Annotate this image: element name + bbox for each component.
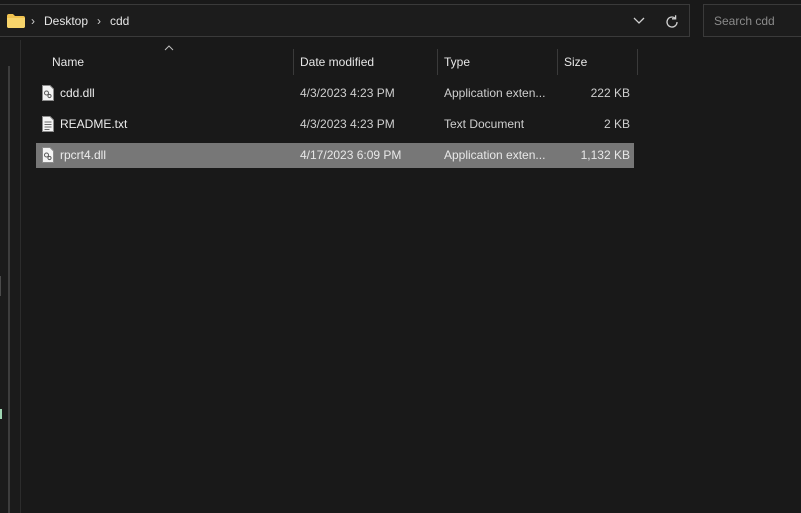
file-type: Application exten...: [444, 148, 546, 162]
column-divider[interactable]: [437, 49, 438, 75]
column-header-type[interactable]: Type: [444, 49, 556, 75]
file-type: Application exten...: [444, 86, 546, 100]
file-size: 222 KB: [590, 86, 630, 100]
folder-icon: [7, 14, 25, 28]
column-header-size[interactable]: Size: [564, 49, 636, 75]
address-bar[interactable]: › Desktop › cdd: [0, 4, 690, 37]
column-divider[interactable]: [637, 49, 638, 75]
file-name: rpcrt4.dll: [60, 148, 107, 162]
file-size: 2 KB: [603, 117, 630, 131]
file-name: README.txt: [60, 117, 128, 131]
column-divider[interactable]: [293, 49, 294, 75]
pane-divider[interactable]: [20, 40, 21, 513]
chevron-right-icon[interactable]: ›: [31, 14, 35, 28]
search-box[interactable]: [703, 4, 801, 37]
file-date-modified: 4/3/2023 4:23 PM: [300, 86, 395, 100]
file-row-selected[interactable]: rpcrt4.dll 4/17/2023 6:09 PM Application…: [36, 143, 634, 168]
chevron-right-icon[interactable]: ›: [97, 14, 101, 28]
file-type: Text Document: [444, 117, 525, 131]
file-row[interactable]: cdd.dll 4/3/2023 4:23 PM Application ext…: [36, 81, 634, 106]
file-name: cdd.dll: [60, 86, 95, 100]
chevron-down-icon[interactable]: [633, 15, 645, 25]
navigation-scrollbar[interactable]: [8, 66, 10, 513]
column-header-name[interactable]: Name: [52, 49, 292, 75]
navigation-pane-edge: [0, 40, 20, 513]
file-date-modified: 4/17/2023 6:09 PM: [300, 148, 402, 162]
search-input[interactable]: [712, 13, 801, 29]
text-file-icon: [42, 116, 54, 132]
breadcrumb-desktop[interactable]: Desktop: [44, 14, 88, 28]
refresh-icon[interactable]: [662, 12, 682, 32]
breadcrumb-cdd[interactable]: cdd: [110, 14, 129, 28]
file-row[interactable]: README.txt 4/3/2023 4:23 PM Text Documen…: [36, 112, 634, 137]
dll-file-icon: [42, 85, 54, 101]
file-date-modified: 4/3/2023 4:23 PM: [300, 117, 395, 131]
column-divider[interactable]: [557, 49, 558, 75]
file-size: 1,132 KB: [580, 148, 630, 162]
pane-indicator: [0, 276, 1, 296]
sync-indicator: [0, 409, 2, 419]
dll-file-icon: [42, 147, 54, 163]
column-header-date-modified[interactable]: Date modified: [300, 49, 436, 75]
